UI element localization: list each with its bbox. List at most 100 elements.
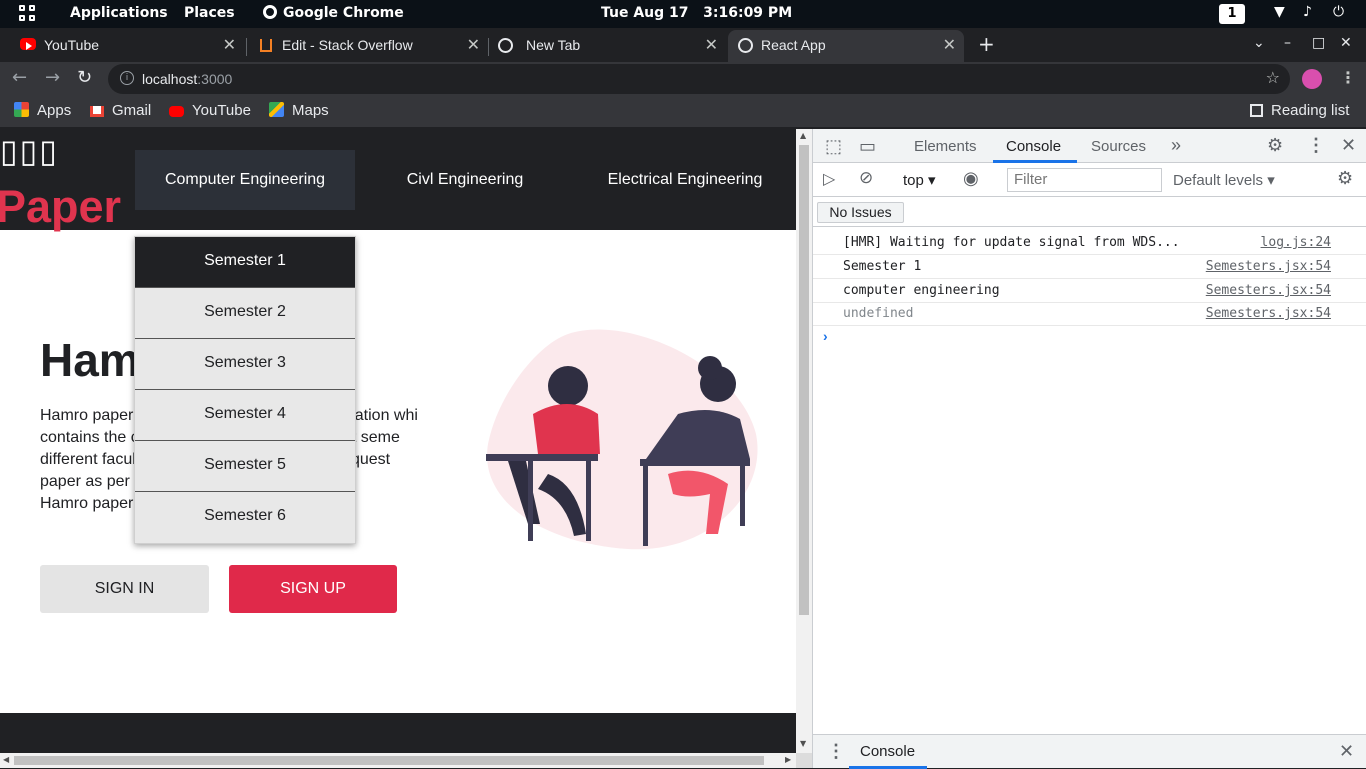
youtube-icon bbox=[169, 106, 184, 117]
tab-youtube[interactable]: YouTube ✕ bbox=[8, 30, 244, 62]
hero-title: Ham bbox=[40, 334, 140, 386]
active-app-menu[interactable]: Google Chrome bbox=[263, 5, 404, 21]
new-tab-icon[interactable]: + bbox=[978, 32, 995, 56]
tab-new-tab[interactable]: New Tab ✕ bbox=[490, 30, 726, 62]
nav-computer-engineering[interactable]: Computer Engineering bbox=[135, 150, 355, 210]
log-source-link[interactable]: Semesters.jsx:54 bbox=[1206, 283, 1331, 298]
site-footer bbox=[0, 713, 796, 753]
tab-sources[interactable]: Sources bbox=[1091, 138, 1146, 155]
scroll-right-icon[interactable]: ▶ bbox=[785, 755, 791, 764]
console-filter-input[interactable]: Filter bbox=[1007, 168, 1162, 192]
console-log-row: undefined Semesters.jsx:54 bbox=[813, 302, 1366, 326]
clock[interactable]: Tue Aug 17 3:16:09 PM bbox=[601, 5, 792, 21]
tab-stackoverflow[interactable]: Edit - Stack Overflow ✕ bbox=[248, 30, 488, 62]
bookmark-apps[interactable]: Apps bbox=[14, 102, 71, 119]
logo-glyphs: ▯▯▯ bbox=[0, 133, 59, 169]
issues-bar: No Issues bbox=[813, 197, 1366, 227]
site-info-icon[interactable]: i bbox=[120, 71, 134, 85]
dropdown-item-semester-5[interactable]: Semester 5 bbox=[135, 441, 355, 492]
page-horizontal-scrollbar[interactable]: ◀ ▶ bbox=[0, 753, 796, 768]
scroll-up-icon[interactable]: ▲ bbox=[800, 131, 806, 140]
tab-search-icon[interactable]: ⌄ bbox=[1253, 35, 1265, 51]
dropdown-item-semester-6[interactable]: Semester 6 bbox=[135, 492, 355, 543]
console-log-row: computer engineering Semesters.jsx:54 bbox=[813, 279, 1366, 303]
wifi-icon[interactable]: ▼ bbox=[1274, 4, 1285, 20]
stackoverflow-icon bbox=[260, 39, 272, 52]
bookmark-maps[interactable]: Maps bbox=[269, 102, 329, 119]
forward-icon[interactable]: → bbox=[45, 67, 60, 88]
scroll-down-icon[interactable]: ▼ bbox=[800, 739, 806, 748]
apps-icon bbox=[14, 102, 29, 117]
profile-avatar[interactable] bbox=[1302, 69, 1322, 89]
browser-tab-strip: YouTube ✕ Edit - Stack Overflow ✕ New Ta… bbox=[0, 28, 1366, 62]
nav-electrical-engineering[interactable]: Electrical Engineering bbox=[575, 150, 795, 210]
close-window-icon[interactable]: ✕ bbox=[1340, 35, 1352, 51]
places-menu[interactable]: Places bbox=[184, 5, 235, 21]
log-levels-dropdown[interactable]: Default levels ▾ bbox=[1173, 171, 1275, 189]
scroll-thumb[interactable] bbox=[14, 756, 764, 765]
tab-elements[interactable]: Elements bbox=[914, 138, 977, 155]
devtools-drawer: ⋮ Console ✕ bbox=[813, 734, 1366, 769]
drawer-tab-console[interactable]: Console bbox=[860, 743, 915, 760]
reload-icon[interactable]: ↻ bbox=[77, 67, 92, 88]
console-log-row: Semester 1 Semesters.jsx:54 bbox=[813, 255, 1366, 279]
tab-react-app[interactable]: React App ✕ bbox=[728, 30, 964, 62]
console-prompt-chevron-icon[interactable]: › bbox=[823, 328, 828, 344]
sidebar-toggle-icon[interactable]: ▷ bbox=[823, 169, 835, 189]
live-expression-eye-icon[interactable]: ◉ bbox=[963, 168, 979, 189]
dropdown-item-semester-2[interactable]: Semester 2 bbox=[135, 288, 355, 339]
drawer-menu-icon[interactable]: ⋮ bbox=[827, 741, 845, 762]
browser-menu-icon[interactable]: ⋮ bbox=[1340, 68, 1356, 87]
devtools-menu-icon[interactable]: ⋮ bbox=[1307, 135, 1325, 156]
close-tab-icon[interactable]: ✕ bbox=[943, 35, 956, 55]
sign-in-button[interactable]: SIGN IN bbox=[40, 565, 209, 613]
scrollbar-corner bbox=[796, 753, 812, 768]
applications-menu[interactable]: Applications bbox=[70, 5, 168, 21]
device-toolbar-icon[interactable]: ▭ bbox=[859, 136, 876, 157]
tab-console[interactable]: Console bbox=[1006, 138, 1061, 155]
reading-list-button[interactable]: Reading list bbox=[1250, 102, 1349, 119]
close-tab-icon[interactable]: ✕ bbox=[223, 35, 236, 55]
inspect-element-icon[interactable]: ⬚ bbox=[825, 136, 842, 157]
maps-icon bbox=[269, 102, 284, 117]
nav-civil-engineering[interactable]: Civl Engineering bbox=[355, 150, 575, 210]
dropdown-item-semester-4[interactable]: Semester 4 bbox=[135, 390, 355, 441]
more-tabs-icon[interactable]: » bbox=[1171, 135, 1181, 156]
page-vertical-scrollbar[interactable]: ▲ ▼ bbox=[796, 129, 812, 753]
students-writing-illustration bbox=[486, 329, 758, 550]
close-drawer-icon[interactable]: ✕ bbox=[1339, 741, 1354, 762]
bookmark-youtube[interactable]: YouTube bbox=[169, 102, 251, 119]
system-top-bar: Applications Places Google Chrome Tue Au… bbox=[0, 0, 1366, 28]
address-bar[interactable]: i localhost:3000 ☆ bbox=[108, 64, 1290, 94]
context-selector[interactable]: top ▾ bbox=[903, 171, 936, 189]
maximize-icon[interactable]: □ bbox=[1312, 35, 1325, 51]
back-icon[interactable]: ← bbox=[12, 67, 27, 88]
site-navbar: ▯▯▯ Paper Computer Engineering Civl Engi… bbox=[0, 129, 796, 233]
scroll-thumb[interactable] bbox=[799, 145, 809, 615]
close-tab-icon[interactable]: ✕ bbox=[705, 35, 718, 55]
bookmark-gmail[interactable]: Gmail bbox=[90, 102, 151, 119]
hero-text-line: paper as per bbox=[40, 473, 130, 490]
sign-up-button[interactable]: SIGN UP bbox=[229, 565, 397, 613]
close-tab-icon[interactable]: ✕ bbox=[467, 35, 480, 55]
workspace-indicator[interactable]: 1 bbox=[1219, 4, 1245, 24]
log-source-link[interactable]: log.js:24 bbox=[1261, 235, 1331, 250]
close-devtools-icon[interactable]: ✕ bbox=[1341, 135, 1356, 156]
log-source-link[interactable]: Semesters.jsx:54 bbox=[1206, 259, 1331, 274]
logo-text[interactable]: Paper bbox=[0, 181, 121, 233]
devtools-panel: ⬚ ▭ Elements Console Sources » ⚙ ⋮ ✕ ▷ ⊘… bbox=[812, 129, 1366, 769]
app-grid-icon[interactable] bbox=[19, 5, 37, 23]
log-source-link[interactable]: Semesters.jsx:54 bbox=[1206, 306, 1331, 321]
semester-dropdown: Semester 1 Semester 2 Semester 3 Semeste… bbox=[134, 236, 356, 544]
clear-console-icon[interactable]: ⊘ bbox=[859, 168, 873, 188]
bookmark-star-icon[interactable]: ☆ bbox=[1266, 68, 1280, 87]
console-settings-gear-icon[interactable]: ⚙ bbox=[1337, 168, 1353, 189]
power-icon[interactable]: ⏻ bbox=[1333, 4, 1344, 20]
minimize-icon[interactable]: – bbox=[1284, 35, 1291, 51]
dropdown-item-semester-3[interactable]: Semester 3 bbox=[135, 339, 355, 390]
settings-gear-icon[interactable]: ⚙ bbox=[1267, 135, 1283, 156]
no-issues-button[interactable]: No Issues bbox=[817, 202, 904, 223]
dropdown-item-semester-1[interactable]: Semester 1 bbox=[135, 237, 355, 288]
scroll-left-icon[interactable]: ◀ bbox=[3, 755, 9, 764]
volume-icon[interactable]: ♪ bbox=[1303, 4, 1312, 20]
